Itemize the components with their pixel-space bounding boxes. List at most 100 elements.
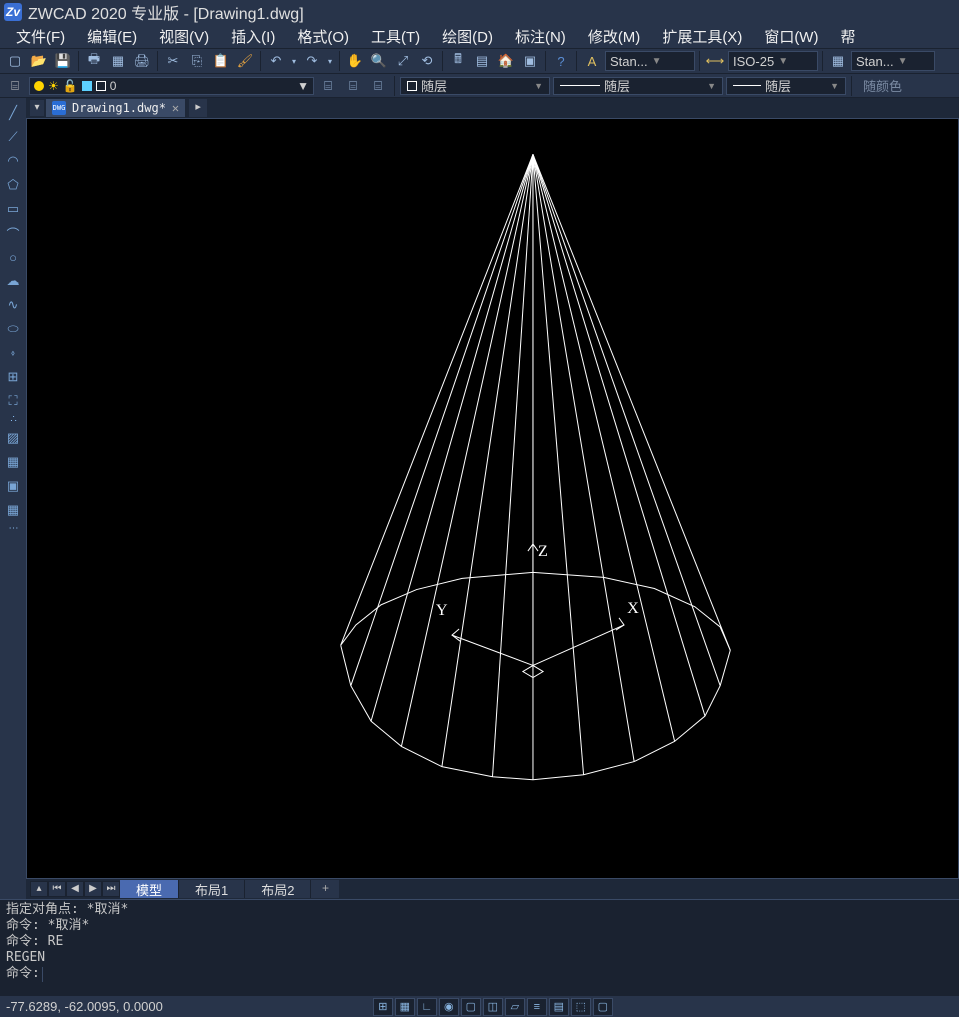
insert-block-icon[interactable]: ⊞	[2, 366, 24, 388]
model-toggle[interactable]: ⬚	[571, 998, 591, 1016]
menu-edit[interactable]: 编辑(E)	[77, 24, 147, 49]
polygon-icon[interactable]: ⬠	[2, 174, 24, 196]
menu-dimension[interactable]: 标注(N)	[505, 24, 576, 49]
undo-icon[interactable]: ↶	[265, 50, 287, 72]
cmd-history-line: 命令: *取消*	[6, 918, 953, 934]
menu-draw[interactable]: 绘图(D)	[432, 24, 503, 49]
new-icon[interactable]: ▢	[4, 50, 26, 72]
circle-icon[interactable]: ○	[2, 246, 24, 268]
arc-icon[interactable]: ◠	[2, 150, 24, 172]
menu-format[interactable]: 格式(O)	[287, 24, 359, 49]
menu-help[interactable]: 帮	[830, 24, 865, 49]
table-style-combo[interactable]: Stan... ▼	[851, 51, 935, 71]
layout-nav-first[interactable]: ▴	[30, 881, 48, 897]
table-icon[interactable]: ▦	[2, 499, 24, 521]
redo-drop-icon[interactable]: ▾	[325, 50, 335, 72]
copy-icon[interactable]: ⎘	[186, 50, 208, 72]
print-icon[interactable]: 🖶	[83, 50, 105, 72]
text-style-icon[interactable]: A	[581, 50, 603, 72]
hatch-icon[interactable]: ▨	[2, 427, 24, 449]
ellipse-icon[interactable]: ⬭	[2, 318, 24, 340]
more-dots-icon[interactable]: ⋯	[9, 523, 18, 534]
revcloud-icon[interactable]: ☁	[2, 270, 24, 292]
titlebar: Zv ZWCAD 2020 专业版 - [Drawing1.dwg]	[0, 0, 959, 24]
layout-nav-last[interactable]: ⏭	[102, 881, 120, 897]
menu-modify[interactable]: 修改(M)	[578, 24, 651, 49]
layout-nav-next[interactable]: ▶	[84, 881, 102, 897]
point-icon[interactable]: ∴	[10, 414, 15, 425]
drawing-canvas[interactable]: X Y Z	[26, 118, 959, 879]
cycle-toggle[interactable]: ▤	[549, 998, 569, 1016]
region-icon[interactable]: ▣	[2, 475, 24, 497]
pan-icon[interactable]: ✋	[344, 50, 366, 72]
layout-tab-add[interactable]: +	[311, 880, 339, 898]
tool-palettes-icon[interactable]: ▣	[519, 50, 541, 72]
calc-icon[interactable]: 🖩	[447, 50, 469, 72]
close-tab-icon[interactable]: ✕	[172, 101, 179, 115]
lineweight-combo[interactable]: 随层 ▼	[726, 77, 846, 95]
layout-tab-model[interactable]: 模型	[120, 880, 179, 898]
undo-drop-icon[interactable]: ▾	[289, 50, 299, 72]
grid-toggle[interactable]: ▦	[395, 998, 415, 1016]
paste-icon[interactable]: 📋	[210, 50, 232, 72]
menu-tools[interactable]: 工具(T)	[361, 24, 430, 49]
file-tab-active[interactable]: DWG Drawing1.dwg* ✕	[46, 99, 185, 117]
dyninput-toggle[interactable]: ▱	[505, 998, 525, 1016]
dim-style-combo[interactable]: ISO-25 ▼	[728, 51, 818, 71]
line-icon[interactable]: ╱	[2, 102, 24, 124]
menu-tools-ext[interactable]: 扩展工具(X)	[652, 24, 752, 49]
layout-tab-layout1[interactable]: 布局1	[179, 880, 245, 898]
add-tab-button[interactable]: ▸	[189, 99, 207, 117]
text-style-combo[interactable]: Stan... ▼	[605, 51, 695, 71]
arc3p-icon[interactable]: ⌒	[2, 222, 24, 244]
preview-icon[interactable]: ▦	[107, 50, 129, 72]
zoom-prev-icon[interactable]: ⟲	[416, 50, 438, 72]
help-icon[interactable]: ?	[550, 50, 572, 72]
chevron-down-icon: ▼	[778, 56, 788, 67]
table-style-icon[interactable]: ▦	[827, 50, 849, 72]
ellipse-arc-icon[interactable]: ⬫	[2, 342, 24, 364]
coords-readout: -77.6289, -62.0095, 0.0000	[6, 999, 163, 1014]
linetype-combo[interactable]: 随层 ▼	[553, 77, 723, 95]
spline-icon[interactable]: ∿	[2, 294, 24, 316]
chevron-down-icon: ▼	[534, 81, 543, 91]
layout-tab-layout2[interactable]: 布局2	[245, 880, 311, 898]
make-block-icon[interactable]: ⛶	[2, 390, 24, 412]
redo-icon[interactable]: ↷	[301, 50, 323, 72]
drawing-content: X Y Z	[27, 119, 958, 868]
polar-toggle[interactable]: ◉	[439, 998, 459, 1016]
properties-icon[interactable]: ▤	[471, 50, 493, 72]
gradient-icon[interactable]: ▦	[2, 451, 24, 473]
design-center-icon[interactable]: 🏠	[495, 50, 517, 72]
save-icon[interactable]: 💾	[52, 50, 74, 72]
menu-file[interactable]: 文件(F)	[6, 24, 75, 49]
layer-states-icon[interactable]: ⌸	[317, 75, 339, 97]
layer-combo[interactable]: ☀ 🔓 0 ▼	[29, 77, 314, 95]
layout-nav-prev[interactable]: ◀	[66, 881, 84, 897]
tab-menu-button[interactable]: ▾	[30, 100, 44, 116]
lwt-toggle[interactable]: ≡	[527, 998, 547, 1016]
osnap-toggle[interactable]: ▢	[461, 998, 481, 1016]
menu-view[interactable]: 视图(V)	[149, 24, 219, 49]
menu-insert[interactable]: 插入(I)	[221, 24, 285, 49]
color-combo[interactable]: 随层 ▼	[400, 77, 550, 95]
ortho-toggle[interactable]: ∟	[417, 998, 437, 1016]
otrack-toggle[interactable]: ◫	[483, 998, 503, 1016]
publish-icon[interactable]: 🖨	[131, 50, 153, 72]
match-prop-icon[interactable]: 🖌	[234, 50, 256, 72]
cut-icon[interactable]: ✂	[162, 50, 184, 72]
polyline-icon[interactable]: ⟋	[2, 126, 24, 148]
zoom-window-icon[interactable]: ⤢	[392, 50, 414, 72]
command-input[interactable]	[42, 967, 953, 982]
layer-prev-icon[interactable]: ⌸	[342, 75, 364, 97]
layout-nav-prev-start[interactable]: ⏮	[48, 881, 66, 897]
open-icon[interactable]: 📂	[28, 50, 50, 72]
dim-style-icon[interactable]: ⟷	[704, 50, 726, 72]
layer-properties-icon[interactable]: ⌸	[4, 75, 26, 97]
layer-iso-icon[interactable]: ⌸	[367, 75, 389, 97]
annotation-toggle[interactable]: ▢	[593, 998, 613, 1016]
zoom-realtime-icon[interactable]: 🔍	[368, 50, 390, 72]
rectangle-icon[interactable]: ▭	[2, 198, 24, 220]
snap-toggle[interactable]: ⊞	[373, 998, 393, 1016]
menu-window[interactable]: 窗口(W)	[754, 24, 828, 49]
